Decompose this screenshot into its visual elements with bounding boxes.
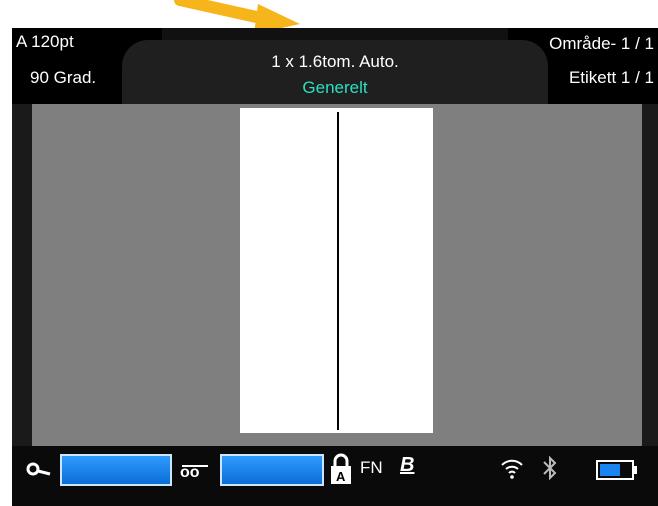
label-size-indicator[interactable]: 1 x 1.6tom. Auto.: [12, 52, 658, 72]
fn-indicator: FN: [360, 458, 383, 477]
svg-text:A: A: [336, 469, 346, 484]
bluetooth-icon: [543, 455, 557, 481]
link-indicator-bar: [220, 454, 324, 486]
battery-icon: [596, 460, 637, 480]
link-icon: oo: [180, 464, 208, 478]
printer-screen: A 120pt 90 Grad. 1 x 1.6tom. Auto. Gener…: [12, 28, 658, 506]
status-bar: oo A FN B: [12, 446, 658, 506]
lock-icon: A: [331, 453, 351, 484]
header: A 120pt 90 Grad. 1 x 1.6tom. Auto. Gener…: [12, 28, 658, 104]
label-counter[interactable]: Etikett 1 / 1: [569, 68, 654, 88]
key-indicator-bar: [60, 454, 172, 486]
editor-canvas[interactable]: [32, 104, 642, 446]
wifi-icon: [501, 459, 523, 479]
area-counter[interactable]: Område- 1 / 1: [549, 34, 654, 54]
bold-icon: B: [400, 454, 415, 476]
label-category[interactable]: Generelt: [12, 78, 658, 98]
label-preview[interactable]: [240, 108, 433, 433]
font-size-indicator[interactable]: A 120pt: [16, 32, 74, 52]
key-icon: [26, 462, 51, 476]
text-cursor: [337, 112, 339, 430]
